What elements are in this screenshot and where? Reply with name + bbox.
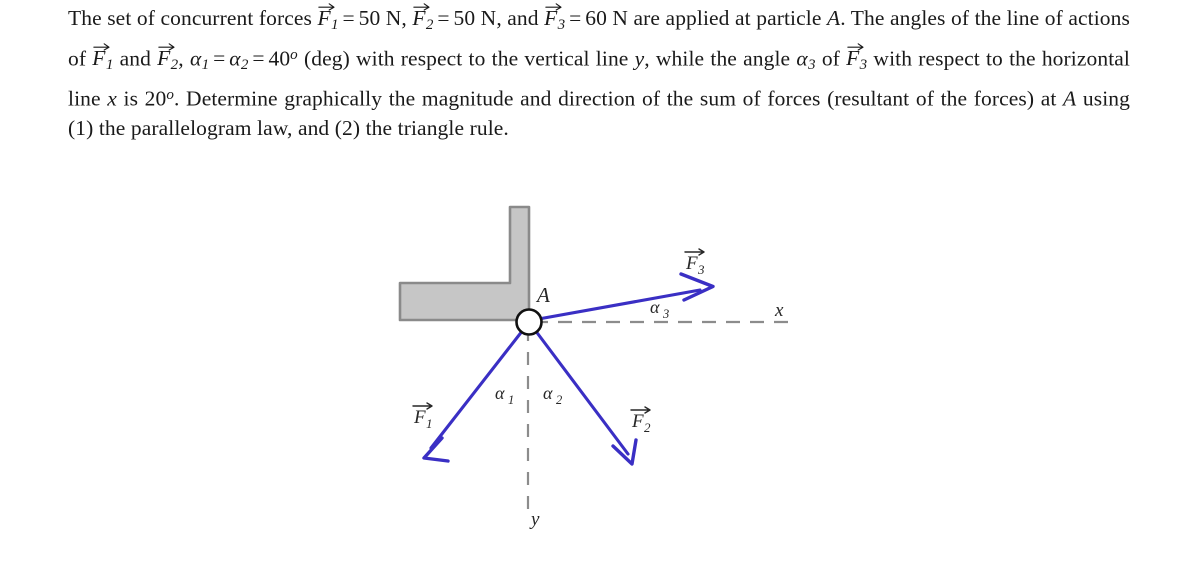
force-diagram-svg: A x y F 3 F 1 F 2 α 1 α 2 α 3: [398, 205, 792, 530]
force-3-letter: F: [544, 6, 558, 30]
force-1-letter: F: [317, 6, 331, 30]
equals-sign-4: =: [213, 46, 226, 71]
force-3-letter-2: F: [846, 46, 860, 71]
angle-2-label: α: [543, 383, 553, 403]
force-1-label-group: F 1: [412, 402, 433, 431]
y-axis-inline: y: [634, 46, 645, 71]
force-2-label-subscript: 2: [644, 420, 651, 435]
alpha-2-subscript: 2: [240, 57, 249, 74]
force-2-letter-2: F: [157, 46, 171, 71]
equals-sign-1: =: [342, 6, 355, 30]
problem-page: The set of concurrent forces F1 = 50 N, F2…: [0, 0, 1200, 582]
angle-3-label: α: [650, 297, 660, 317]
force-3-arrowhead: [679, 272, 715, 302]
statement-text-intro: The set of concurrent forces: [68, 6, 318, 30]
degree-symbol-1: o: [290, 46, 298, 63]
force-1-value: 50 N: [358, 6, 402, 30]
force-3-symbol-2: F3: [846, 42, 868, 81]
equals-sign-3: =: [569, 6, 582, 30]
statement-text-while: , while the angle: [644, 46, 797, 71]
support-bracket: [398, 205, 531, 322]
force-3-subscript: 3: [557, 17, 566, 34]
angle-12-value: 40: [268, 46, 291, 71]
force-vector-f3: [531, 272, 715, 322]
degree-symbol-2: o: [166, 86, 174, 103]
force-1-letter-2: F: [92, 46, 106, 71]
force-1-subscript-2: 1: [105, 57, 114, 74]
force-2-letter: F: [412, 6, 426, 30]
force-2-label-group: F 2: [630, 406, 651, 435]
and-connector: , and: [496, 6, 545, 30]
force-1-subscript: 1: [331, 17, 339, 34]
particle-label-inline-1: A: [826, 6, 841, 30]
force-3-symbol: F3: [544, 2, 566, 41]
force-3-label: F: [685, 253, 698, 274]
force-1-symbol: F1: [317, 2, 339, 41]
statement-text-deg: (deg) with respect to the vertical line: [297, 46, 635, 71]
x-axis-label: x: [774, 300, 784, 321]
force-3-label-subscript: 3: [697, 262, 705, 277]
force-2-label: F: [631, 411, 644, 432]
statement-text-applied: are applied at particle: [628, 6, 827, 30]
angle-2-label-subscript: 2: [556, 393, 562, 407]
angle-1-label: α: [495, 383, 505, 403]
force-diagram: A x y F 3 F 1 F 2 α 1 α 2 α 3: [0, 170, 1200, 582]
statement-text-is: is: [116, 86, 145, 111]
y-axis-label: y: [529, 509, 540, 530]
angle-1-label-subscript: 1: [508, 393, 514, 407]
force-2-symbol-2: F2: [157, 42, 179, 81]
force-2-subscript-2: 2: [170, 57, 179, 74]
alpha-3-subscript: 3: [808, 57, 816, 74]
force-3-shaft: [531, 288, 702, 322]
force-2-symbol: F2: [412, 2, 434, 41]
particle-a-label: A: [535, 283, 550, 307]
alpha-1-subscript: 1: [201, 57, 210, 74]
force-3-label-group: F 3: [684, 248, 705, 277]
and-connector-2: and: [113, 46, 158, 71]
force-1-label-subscript: 1: [426, 416, 433, 431]
equals-sign-2: =: [437, 6, 450, 30]
force-3-subscript-2: 3: [859, 57, 868, 74]
force-3-value: 60 N: [585, 6, 629, 30]
particle-a-marker: [515, 308, 543, 336]
problem-statement: The set of concurrent forces F1 = 50 N, F2…: [68, 2, 1130, 143]
alpha-3-inline: α: [796, 46, 808, 71]
force-1-symbol-2: F1: [92, 42, 114, 81]
angle-3-label-subscript: 3: [662, 307, 669, 321]
comma-2: ,: [178, 46, 190, 71]
particle-label-inline-2: A: [1063, 86, 1077, 111]
alpha-2-inline: α: [229, 46, 241, 71]
angle-1-label-group: α 1: [495, 383, 514, 407]
x-axis-inline: x: [107, 86, 117, 111]
force-1-shaft: [429, 328, 525, 450]
force-1-label: F: [413, 407, 426, 428]
angle-3-label-group: α 3: [650, 297, 669, 321]
alpha-1-inline: α: [189, 46, 202, 71]
statement-text-determine: . Determine graphically the magnitude an…: [173, 86, 1064, 111]
equals-sign-5: =: [252, 46, 265, 71]
force-2-subscript: 2: [425, 17, 434, 34]
force-2-value: 50 N: [453, 6, 497, 30]
force-2-arrowhead: [611, 438, 638, 466]
statement-text-of: of: [815, 46, 847, 71]
comma-1: ,: [401, 6, 413, 30]
angle-2-label-group: α 2: [543, 383, 562, 407]
angle-3-value: 20: [144, 86, 167, 111]
statement-paragraph: The set of concurrent forces F1 = 50 N, F2…: [68, 2, 1130, 143]
